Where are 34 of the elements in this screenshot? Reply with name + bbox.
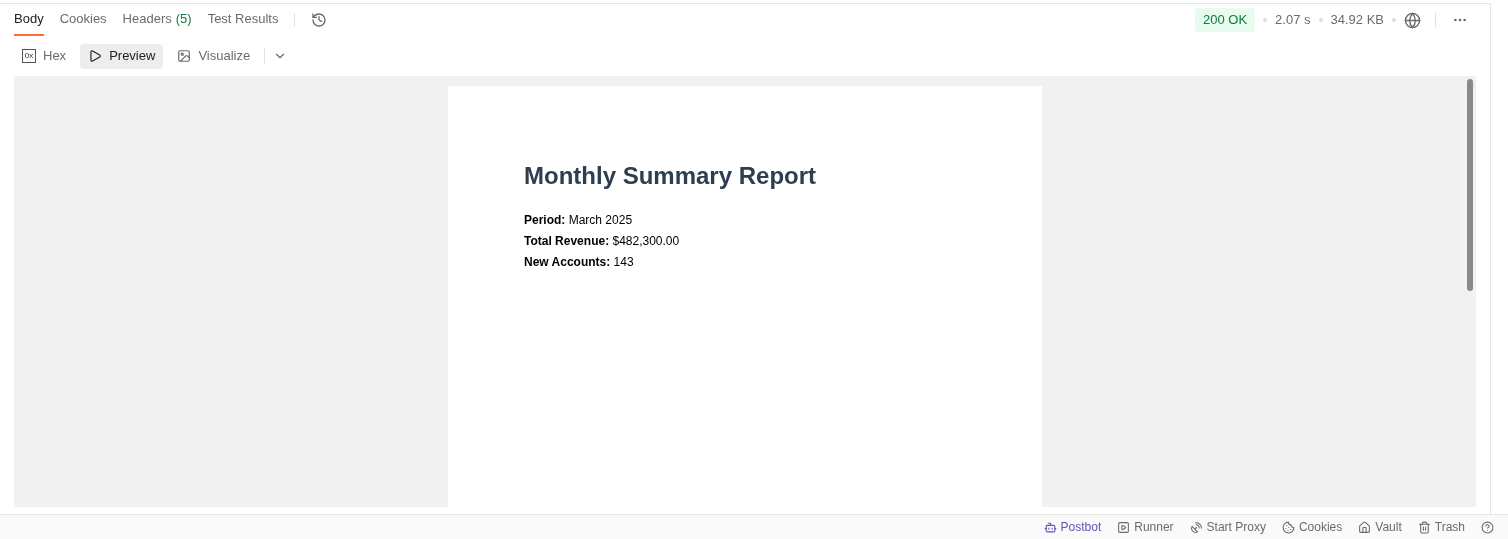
status-badge: 200 OK [1195,8,1256,32]
globe-icon[interactable] [1404,11,1421,29]
tab[interactable]: Headers (5) [122,4,192,36]
scrollbar[interactable] [1467,79,1473,291]
play-square-icon [1117,520,1131,534]
footer-button[interactable]: Trash [1417,518,1465,536]
footer-button[interactable]: Cookies [1281,518,1343,536]
robot-icon [1043,520,1057,534]
tab[interactable]: Test Results [207,4,279,36]
satellite-dish-icon [1189,520,1203,534]
report-field: Total Revenue: $482,300.00 [524,231,1042,252]
cookie-icon [1281,520,1295,534]
footer-button[interactable]: Vault [1358,518,1402,536]
help-icon[interactable] [1481,520,1494,534]
response-time: 2.07 s [1275,11,1311,30]
trash-icon [1417,520,1431,534]
tab[interactable]: Body [14,4,44,36]
tab[interactable]: Cookies [59,4,107,36]
header-count: (5) [175,10,192,29]
view-mode-button[interactable]: 0x Hex [14,43,75,69]
report-title: Monthly Summary Report [524,161,818,191]
footer-button[interactable]: Start Proxy [1189,518,1266,536]
view-mode-button[interactable]: Visualize [169,43,259,69]
play-icon [88,49,103,63]
history-icon[interactable] [311,12,328,28]
response-size: 34.92 KB [1330,11,1384,30]
report-field: New Accounts: 143 [524,252,1042,273]
footer-button[interactable]: Postbot [1043,518,1102,536]
footer-button[interactable]: Runner [1117,518,1174,536]
house-icon [1358,520,1372,534]
view-mode-button[interactable]: Preview [80,43,164,69]
image-icon [177,49,192,63]
hex-icon: 0x [22,49,36,63]
report-field: Period: March 2025 [524,210,1042,231]
